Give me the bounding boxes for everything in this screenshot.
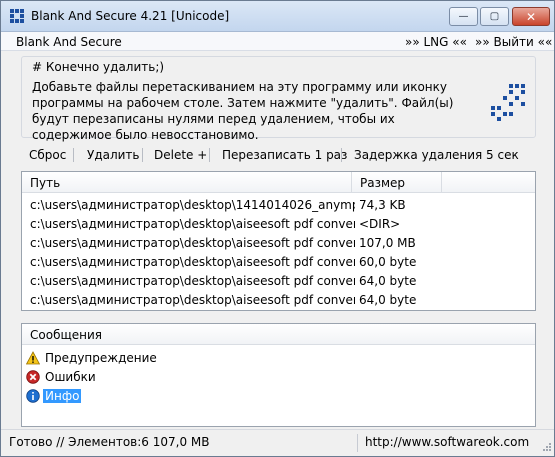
cell-size: 64,0 byte xyxy=(359,293,417,307)
table-row[interactable]: c:\users\администратор\desktop\aiseesoft… xyxy=(22,234,535,253)
toolbar-separator xyxy=(73,148,74,162)
info-panel: # Конечно удалить;) Добавьте файлы перет… xyxy=(21,56,536,142)
close-button[interactable]: ✕ xyxy=(512,7,550,26)
cell-size: <DIR> xyxy=(359,217,401,231)
messages-header[interactable]: Сообщения xyxy=(22,324,535,345)
table-row[interactable]: c:\users\администратор\desktop\aiseesoft… xyxy=(22,291,535,310)
cell-path: c:\users\администратор\desktop\aiseesoft… xyxy=(30,255,355,269)
minimize-button[interactable]: — xyxy=(449,7,478,26)
cell-size: 64,0 byte xyxy=(359,274,417,288)
warning-icon xyxy=(26,351,40,365)
maximize-icon: ▢ xyxy=(489,11,500,22)
minimize-icon: — xyxy=(458,11,469,22)
message-label: Инфо xyxy=(43,389,82,403)
error-icon xyxy=(26,370,40,384)
message-label: Предупреждение xyxy=(45,351,157,365)
toolbar-separator xyxy=(341,148,342,162)
overwrite-button[interactable]: Перезаписать 1 раз xyxy=(222,148,347,162)
message-label: Ошибки xyxy=(45,370,96,384)
app-window: Blank And Secure 4.21 [Unicode] — ▢ ✕ Bl… xyxy=(0,0,555,457)
column-header-filler xyxy=(442,172,535,193)
cell-path: c:\users\администратор\desktop\aiseesoft… xyxy=(30,217,355,231)
cell-path: c:\users\администратор\desktop\141401402… xyxy=(30,198,355,212)
table-row[interactable]: c:\users\администратор\desktop\aiseesoft… xyxy=(22,253,535,272)
shred-icon xyxy=(491,84,525,121)
toolbar: Сброс Удалить Delete + Перезаписать 1 ра… xyxy=(21,146,536,164)
messages-list[interactable]: Сообщения Предупреждение Ошибки Инфо xyxy=(21,323,536,427)
status-separator xyxy=(357,434,358,452)
table-row[interactable]: c:\users\администратор\desktop\141401402… xyxy=(22,196,535,215)
title-bar[interactable]: Blank And Secure 4.21 [Unicode] — ▢ ✕ xyxy=(1,1,554,32)
menu-item-language[interactable]: »» LNG «« xyxy=(405,35,467,49)
cell-size: 60,0 byte xyxy=(359,255,417,269)
app-icon xyxy=(10,9,24,23)
info-title: # Конечно удалить;) xyxy=(32,60,165,74)
table-row[interactable]: c:\users\администратор\desktop\aiseesoft… xyxy=(22,215,535,234)
close-icon: ✕ xyxy=(525,9,537,24)
menu-bar: Blank And Secure »» LNG «« »» Выйти «« xyxy=(1,32,554,51)
reset-button[interactable]: Сброс xyxy=(29,148,66,162)
maximize-button[interactable]: ▢ xyxy=(480,7,509,26)
cell-path: c:\users\администратор\desktop\aiseesoft… xyxy=(30,293,355,307)
website-link[interactable]: http://www.softwareok.com xyxy=(365,435,529,449)
delete-plus-button[interactable]: Delete + xyxy=(154,148,207,162)
column-header-path[interactable]: Путь xyxy=(22,172,352,193)
toolbar-separator xyxy=(142,148,143,162)
cell-path: c:\users\администратор\desktop\aiseesoft… xyxy=(30,236,355,250)
info-text: Добавьте файлы перетаскиванием на эту пр… xyxy=(32,80,454,142)
window-title: Blank And Secure 4.21 [Unicode] xyxy=(31,9,230,23)
table-row[interactable]: c:\users\администратор\desktop\aiseesoft… xyxy=(22,272,535,291)
cell-size: 107,0 MB xyxy=(359,236,416,250)
info-icon xyxy=(26,389,40,403)
file-list[interactable]: Путь Размер c:\users\администратор\deskt… xyxy=(21,171,536,311)
status-bar: Готово // Элементов:6 107,0 MB http://ww… xyxy=(1,429,554,456)
cell-size: 74,3 KB xyxy=(359,198,406,212)
menu-item-app[interactable]: Blank And Secure xyxy=(16,35,122,49)
delete-button[interactable]: Удалить xyxy=(87,148,140,162)
status-text: Готово // Элементов:6 107,0 MB xyxy=(9,435,210,449)
toolbar-separator xyxy=(209,148,210,162)
cell-path: c:\users\администратор\desktop\aiseesoft… xyxy=(30,274,355,288)
menu-item-exit[interactable]: »» Выйти «« xyxy=(475,35,552,49)
delete-delay-button[interactable]: Задержка удаления 5 сек xyxy=(354,148,519,162)
resize-grip-icon[interactable] xyxy=(540,442,552,454)
column-header-size[interactable]: Размер xyxy=(352,172,442,193)
